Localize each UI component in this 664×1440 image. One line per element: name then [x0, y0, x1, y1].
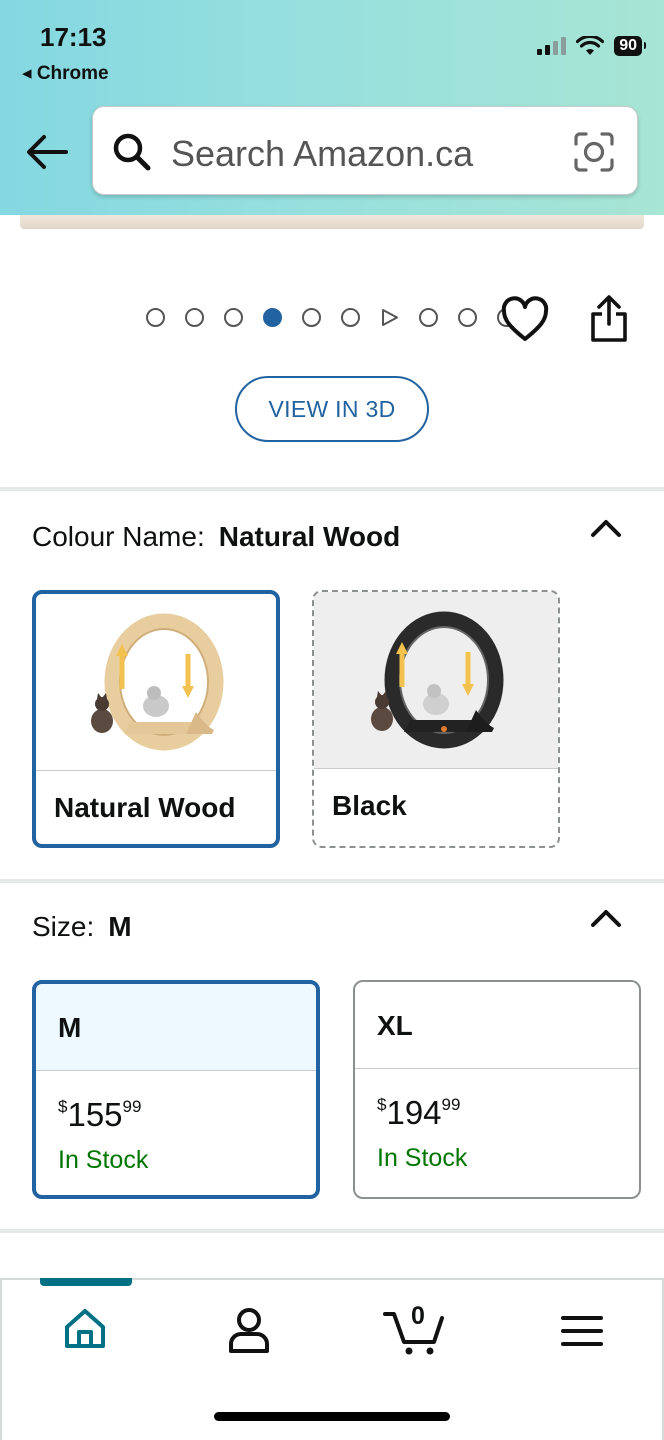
size-name: M: [58, 1012, 82, 1043]
cart-count: 0: [411, 1302, 425, 1330]
size-card-divider: [355, 1068, 639, 1069]
cart-button[interactable]: 0: [382, 1300, 448, 1356]
section-divider: [0, 879, 664, 883]
carousel-dot[interactable]: [224, 308, 243, 327]
colour-label: Colour Name:: [32, 521, 205, 552]
search-icon: [113, 133, 151, 171]
stock-status: In Stock: [377, 1144, 468, 1172]
camera-search-icon[interactable]: [573, 131, 615, 173]
menu-icon[interactable]: [560, 1314, 604, 1348]
share-icon[interactable]: [588, 294, 630, 344]
size-name: XL: [377, 1010, 413, 1041]
size-collapse-chevron-up-icon[interactable]: [590, 906, 622, 930]
image-carousel-dots[interactable]: [146, 308, 536, 327]
wishlist-heart-icon[interactable]: [500, 296, 550, 344]
carousel-video-icon[interactable]: [380, 308, 399, 327]
size-label: Size:: [32, 911, 95, 942]
section-divider: [0, 487, 664, 491]
size-section-header[interactable]: Size: M: [32, 911, 132, 943]
back-arrow-icon[interactable]: [22, 128, 70, 176]
search-bar[interactable]: Search Amazon.ca: [92, 106, 638, 195]
carousel-dot[interactable]: [302, 308, 321, 327]
view-in-3d-button[interactable]: VIEW IN 3D: [235, 376, 429, 442]
price-whole: 194: [386, 1094, 442, 1131]
size-option-xl[interactable]: XL $19499 In Stock: [353, 980, 641, 1199]
section-divider: [0, 1229, 664, 1233]
back-to-app-link[interactable]: ◂ Chrome: [22, 62, 109, 85]
size-card-divider: [36, 1070, 316, 1071]
product-image-bottom-edge: [20, 215, 644, 229]
cellular-signal-icon: [537, 37, 567, 55]
carousel-dot[interactable]: [419, 308, 438, 327]
price-fraction: 99: [122, 1097, 142, 1116]
app-header: 17:13 ◂ Chrome 90 Search Amazon.ca: [0, 0, 664, 215]
colour-collapse-chevron-up-icon[interactable]: [590, 516, 622, 540]
swatch-divider: [314, 768, 558, 769]
size-selected-value: M: [108, 911, 132, 942]
size-option-m[interactable]: M $15599 In Stock: [32, 980, 320, 1199]
account-icon[interactable]: [226, 1306, 272, 1354]
status-time: 17:13: [40, 22, 107, 52]
price-fraction: 99: [441, 1095, 461, 1114]
price-whole: 155: [67, 1096, 123, 1133]
carousel-dot[interactable]: [146, 308, 165, 327]
wifi-icon: [576, 36, 605, 55]
swatch-label: Black: [332, 790, 407, 821]
swatch-divider: [36, 770, 276, 771]
home-icon[interactable]: [62, 1306, 108, 1352]
natural-wood-product-thumbnail: [36, 594, 276, 770]
stock-status: In Stock: [58, 1146, 149, 1174]
carousel-dot[interactable]: [458, 308, 477, 327]
battery-indicator: 90: [614, 36, 646, 56]
black-product-thumbnail: [314, 592, 558, 768]
size-price: $19499: [377, 1094, 460, 1132]
carousel-dot[interactable]: [341, 308, 360, 327]
search-input[interactable]: Search Amazon.ca: [171, 133, 473, 175]
colour-option-natural-wood[interactable]: Natural Wood: [32, 590, 280, 848]
carousel-dot-active[interactable]: [263, 308, 282, 327]
nav-active-indicator: [40, 1278, 132, 1286]
home-indicator: [214, 1412, 450, 1421]
size-price: $15599: [58, 1096, 141, 1134]
colour-selected-value: Natural Wood: [218, 521, 401, 552]
carousel-dot[interactable]: [185, 308, 204, 327]
colour-section-header[interactable]: Colour Name: Natural Wood: [32, 521, 400, 553]
colour-option-black[interactable]: Black: [312, 590, 560, 848]
swatch-label: Natural Wood: [54, 792, 236, 823]
status-icons: 90: [536, 36, 646, 56]
